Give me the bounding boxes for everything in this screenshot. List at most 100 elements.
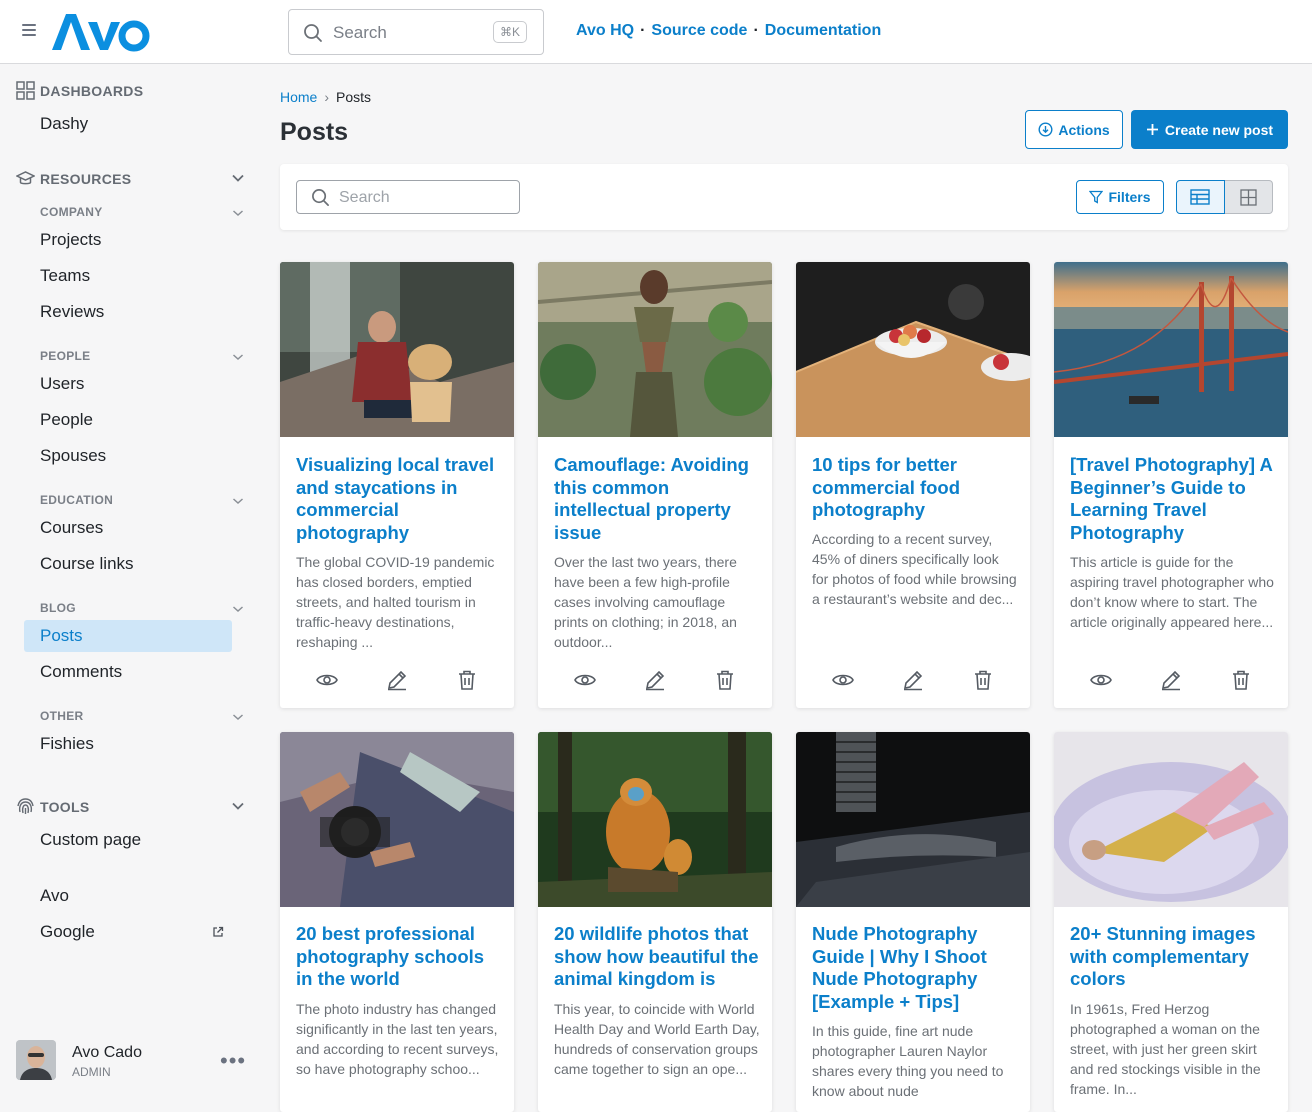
tools-heading[interactable]: TOOLS	[16, 797, 89, 816]
table-icon	[1190, 189, 1210, 205]
more-menu-icon[interactable]: •••	[220, 1048, 246, 1074]
sidebar: DASHBOARDS Dashy RESOURCES COMPANY Proje…	[0, 64, 256, 1096]
post-image[interactable]	[538, 732, 772, 907]
post-image[interactable]	[796, 732, 1030, 907]
global-search-placeholder: Search	[333, 23, 387, 42]
post-image[interactable]	[280, 262, 514, 437]
avatar	[16, 1040, 56, 1080]
post-card[interactable]: [Travel Photography] A Beginner’s Guide …	[1054, 262, 1288, 708]
create-new-post-button[interactable]: Create new post	[1131, 110, 1288, 149]
chevron-down-icon[interactable]	[231, 494, 245, 508]
post-card[interactable]: Nude Photography Guide | Why I Shoot Nud…	[796, 732, 1030, 1112]
post-card[interactable]: 20+ Stunning images with complementary c…	[1054, 732, 1288, 1112]
menu-icon[interactable]	[22, 24, 36, 38]
post-card[interactable]: Camouflage: Avoiding this common intelle…	[538, 262, 772, 708]
avo-logo[interactable]	[50, 10, 150, 54]
sidebar-item-users[interactable]: Users	[24, 368, 232, 400]
post-image[interactable]	[1054, 262, 1288, 437]
post-title[interactable]: 20 wildlife photos that show how beautif…	[554, 923, 760, 991]
post-image[interactable]	[1054, 732, 1288, 907]
delete-icon[interactable]	[1229, 668, 1253, 692]
view-icon[interactable]	[315, 668, 339, 692]
sidebar-item-posts[interactable]: Posts	[24, 620, 232, 652]
sidebar-link-avo[interactable]: Avo	[24, 880, 232, 912]
post-card[interactable]: 10 tips for better commercial food photo…	[796, 262, 1030, 708]
top-links: Avo HQ · Source code · Documentation	[576, 22, 882, 39]
tools-label: TOOLS	[40, 798, 90, 815]
chevron-down-icon[interactable]	[231, 206, 245, 220]
filters-button[interactable]: Filters	[1076, 180, 1164, 214]
post-excerpt: This year, to coincide with World Health…	[554, 1001, 760, 1077]
external-link-icon	[213, 926, 224, 937]
link-documentation[interactable]: Documentation	[765, 22, 881, 39]
sidebar-item-people[interactable]: People	[24, 404, 232, 436]
post-card[interactable]: 20 best professional photography schools…	[280, 732, 514, 1112]
view-icon[interactable]	[573, 668, 597, 692]
table-view-button[interactable]	[1176, 180, 1225, 214]
view-icon[interactable]	[831, 668, 855, 692]
post-card[interactable]: 20 wildlife photos that show how beautif…	[538, 732, 772, 1112]
chevron-down-icon[interactable]	[231, 710, 245, 724]
sidebar-item-teams[interactable]: Teams	[24, 260, 232, 292]
sidebar-item-fishies[interactable]: Fishies	[24, 728, 232, 760]
chevron-down-icon[interactable]	[231, 799, 245, 813]
post-image[interactable]	[280, 732, 514, 907]
sidebar-item-dashy[interactable]: Dashy	[24, 108, 232, 140]
post-title[interactable]: [Travel Photography] A Beginner’s Guide …	[1070, 454, 1276, 544]
global-search[interactable]: Search ⌘K	[288, 9, 544, 55]
edit-icon[interactable]	[1159, 668, 1183, 692]
filters-label: Filters	[1108, 189, 1151, 205]
sidebar-item-custom-page[interactable]: Custom page	[24, 824, 232, 856]
breadcrumb: Home › Posts	[280, 89, 371, 105]
chevron-down-icon[interactable]	[231, 171, 245, 185]
grid-view-button[interactable]	[1224, 180, 1273, 214]
sidebar-item-reviews[interactable]: Reviews	[24, 296, 232, 328]
post-title[interactable]: Camouflage: Avoiding this common intelle…	[554, 454, 760, 544]
sidebar-link-google[interactable]: Google	[24, 916, 232, 948]
sidebar-item-spouses[interactable]: Spouses	[24, 440, 232, 472]
resources-heading[interactable]: RESOURCES	[16, 169, 131, 188]
edit-icon[interactable]	[901, 668, 925, 692]
post-title[interactable]: Visualizing local travel and staycations…	[296, 454, 502, 544]
dashboards-label: DASHBOARDS	[40, 82, 144, 99]
group-company[interactable]: COMPANY	[40, 205, 103, 219]
sidebar-item-course-links[interactable]: Course links	[24, 548, 232, 580]
post-excerpt: The global COVID-19 pandemic has closed …	[296, 554, 495, 650]
card-actions	[1054, 668, 1288, 692]
actions-label: Actions	[1058, 121, 1110, 138]
resource-search-input[interactable]: Search	[296, 180, 520, 214]
post-image[interactable]	[796, 262, 1030, 437]
post-excerpt: According to a recent survey, 45% of din…	[812, 531, 1017, 607]
sidebar-item-courses[interactable]: Courses	[24, 512, 232, 544]
delete-icon[interactable]	[455, 668, 479, 692]
sidebar-item-comments[interactable]: Comments	[24, 656, 232, 688]
user-role: ADMIN	[72, 1065, 111, 1079]
edit-icon[interactable]	[643, 668, 667, 692]
current-user[interactable]: Avo Cado ADMIN •••	[16, 1040, 245, 1080]
post-title[interactable]: Nude Photography Guide | Why I Shoot Nud…	[812, 923, 1018, 1013]
actions-button[interactable]: Actions	[1025, 110, 1123, 149]
breadcrumb-home[interactable]: Home	[280, 89, 317, 105]
link-source-code[interactable]: Source code	[651, 22, 747, 39]
group-other[interactable]: OTHER	[40, 709, 84, 723]
post-title[interactable]: 10 tips for better commercial food photo…	[812, 454, 1018, 522]
chevron-down-icon[interactable]	[231, 602, 245, 616]
post-title[interactable]: 20 best professional photography schools…	[296, 923, 502, 991]
delete-icon[interactable]	[971, 668, 995, 692]
breadcrumb-current: Posts	[336, 89, 372, 105]
sidebar-item-projects[interactable]: Projects	[24, 224, 232, 256]
group-people[interactable]: PEOPLE	[40, 349, 90, 363]
post-image[interactable]	[538, 262, 772, 437]
link-avo-hq[interactable]: Avo HQ	[576, 22, 634, 39]
chevron-down-icon[interactable]	[231, 350, 245, 364]
post-card[interactable]: Visualizing local travel and staycations…	[280, 262, 514, 708]
user-name: Avo Cado	[72, 1044, 142, 1061]
grid-icon	[1240, 188, 1257, 206]
delete-icon[interactable]	[713, 668, 737, 692]
post-title[interactable]: 20+ Stunning images with complementary c…	[1070, 923, 1276, 991]
group-blog[interactable]: BLOG	[40, 601, 76, 615]
group-education[interactable]: EDUCATION	[40, 493, 113, 507]
edit-icon[interactable]	[385, 668, 409, 692]
download-circle-icon	[1038, 122, 1053, 137]
view-icon[interactable]	[1089, 668, 1113, 692]
